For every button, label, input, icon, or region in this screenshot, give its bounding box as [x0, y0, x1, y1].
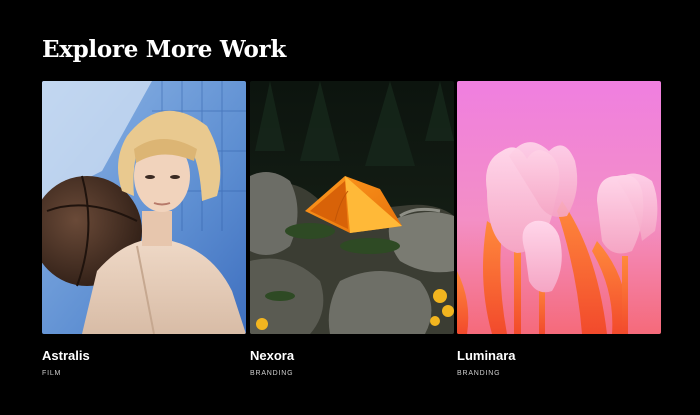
project-category: BRANDING [457, 370, 501, 377]
project-name[interactable]: Nexora [250, 348, 294, 363]
project-card-luminara[interactable]: Luminara BRANDING [457, 81, 661, 377]
project-card-nexora[interactable]: Nexora BRANDING [250, 81, 454, 377]
project-category: BRANDING [250, 370, 294, 377]
project-name[interactable]: Astralis [42, 348, 90, 363]
section-title: Explore More Work [42, 36, 286, 63]
project-card-astralis[interactable]: Astralis FILM [42, 81, 246, 377]
project-category: FILM [42, 370, 62, 377]
project-image-nexora[interactable] [250, 81, 454, 334]
project-image-astralis[interactable] [42, 81, 246, 334]
project-name[interactable]: Luminara [457, 348, 516, 363]
project-image-luminara[interactable] [457, 81, 661, 334]
